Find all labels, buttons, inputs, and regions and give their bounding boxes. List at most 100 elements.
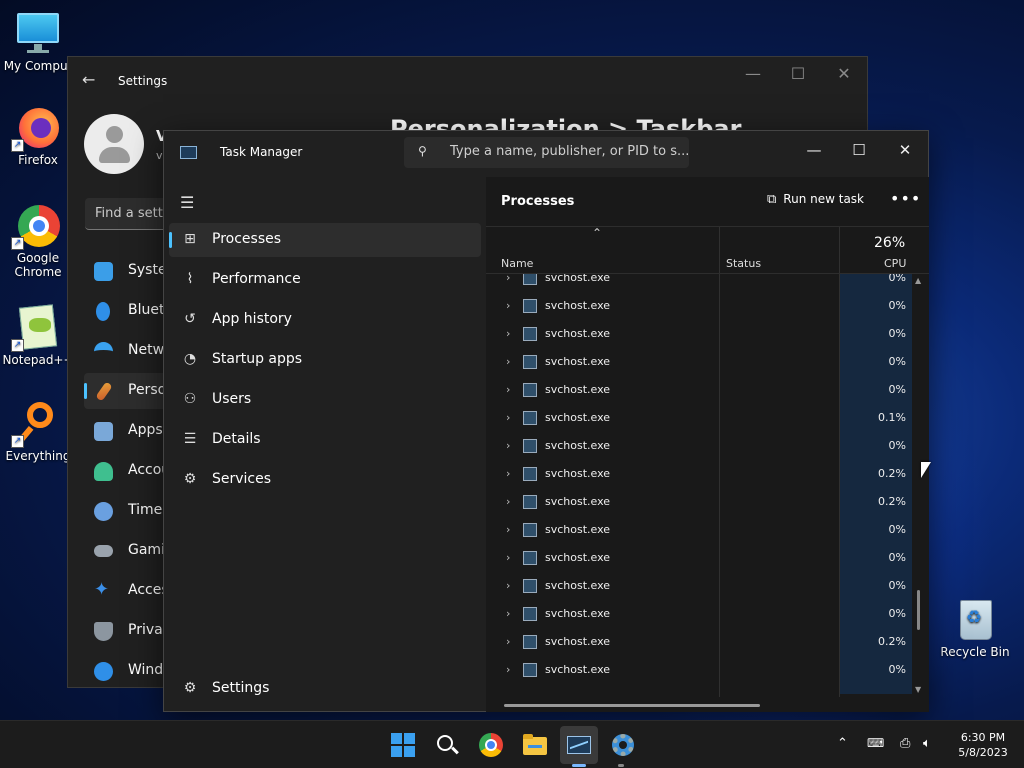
task-manager-icon[interactable] [560, 726, 598, 764]
chevron-right-icon[interactable]: › [506, 635, 510, 648]
maximize-icon[interactable]: ☐ [836, 135, 882, 165]
table-row[interactable]: › svchost.exe 0% [486, 516, 912, 544]
volume-icon[interactable]: 🔈︎ [923, 736, 931, 751]
close-icon[interactable]: ✕ [882, 135, 928, 165]
chevron-right-icon[interactable]: › [506, 663, 510, 676]
sort-ascending-icon[interactable]: ⌃ [592, 226, 602, 240]
table-row[interactable]: › svchost.exe 0.2% [486, 488, 912, 516]
table-row[interactable]: › svchost.exe 0% [486, 572, 912, 600]
tm-nav-details[interactable]: ☰ Details [169, 423, 481, 457]
close-icon[interactable]: ✕ [829, 64, 859, 83]
tm-nav-users[interactable]: ⚇ Users [169, 383, 481, 417]
column-header-name[interactable]: Name [501, 257, 533, 270]
search-icon[interactable] [434, 732, 460, 758]
settings-nav-system[interactable]: System [84, 253, 174, 289]
table-row[interactable]: › svchost.exe 0% [486, 320, 912, 348]
run-new-task-button[interactable]: ⧉ Run new task [767, 192, 864, 207]
process-name: svchost.exe [545, 355, 611, 368]
settings-nav-accounts[interactable]: Accounts [84, 453, 174, 489]
column-header-cpu[interactable]: CPU [884, 257, 906, 270]
table-row[interactable]: › svchost.exe 0.1% [486, 404, 912, 432]
process-icon [523, 551, 537, 565]
tm-nav-processes[interactable]: ⊞ Processes [169, 223, 481, 257]
chevron-right-icon[interactable]: › [506, 551, 510, 564]
minimize-icon[interactable]: — [791, 135, 837, 165]
desktop-icon-chrome[interactable]: ↗ Google Chrome [0, 202, 76, 279]
settings-nav-apps[interactable]: Apps [84, 413, 174, 449]
settings-gear-icon[interactable] [610, 732, 636, 758]
chevron-right-icon[interactable]: › [506, 383, 510, 396]
desktop-icon-everything[interactable]: ↗ Everything [0, 400, 76, 463]
task-manager-search-input[interactable]: ⚲ Type a name, publisher, or PID to s... [404, 137, 689, 168]
chevron-right-icon[interactable]: › [506, 327, 510, 340]
desktop-icon-notepadpp[interactable]: ↗ Notepad++ [0, 304, 76, 367]
gamepad-icon [94, 545, 113, 557]
settings-nav-bluetooth[interactable]: Bluetooth [84, 293, 174, 329]
maximize-icon[interactable]: ☐ [783, 64, 813, 83]
task-manager-titlebar[interactable]: Task Manager ⚲ Type a name, publisher, o… [164, 131, 928, 177]
file-explorer-icon[interactable] [522, 732, 548, 758]
table-row[interactable]: › svchost.exe 0% [486, 656, 912, 684]
table-row[interactable]: › svchost.exe 0.2% [486, 460, 912, 488]
chevron-right-icon[interactable]: › [506, 607, 510, 620]
keyboard-icon[interactable]: ⌨ [867, 736, 884, 750]
process-cpu: 0.2% [878, 635, 906, 648]
scroll-down-arrow-icon[interactable]: ▼ [915, 685, 921, 694]
back-arrow-icon[interactable]: ← [82, 70, 95, 89]
hamburger-menu-icon[interactable]: ☰ [180, 193, 194, 212]
process-name: svchost.exe [545, 551, 611, 564]
task-manager-window[interactable]: Task Manager ⚲ Type a name, publisher, o… [163, 130, 929, 712]
start-windows-icon[interactable] [390, 732, 416, 758]
accounts-icon [94, 462, 113, 481]
table-row[interactable]: › svchost.exe 0% [486, 274, 912, 292]
table-row[interactable]: › svchost.exe 0% [486, 292, 912, 320]
settings-nav-privacy[interactable]: Privacy [84, 613, 174, 649]
chevron-up-icon[interactable]: ⌃ [837, 736, 848, 751]
chrome-icon[interactable] [478, 732, 504, 758]
chevron-right-icon[interactable]: › [506, 467, 510, 480]
chevron-right-icon[interactable]: › [506, 274, 510, 284]
settings-search-input[interactable]: Find a setti [85, 198, 175, 230]
chevron-right-icon[interactable]: › [506, 579, 510, 592]
chevron-right-icon[interactable]: › [506, 495, 510, 508]
chevron-right-icon[interactable]: › [506, 299, 510, 312]
process-icon [523, 523, 537, 537]
settings-nav-time[interactable]: Time [84, 493, 174, 529]
scrollbar-thumb[interactable] [917, 590, 920, 630]
minimize-icon[interactable]: — [738, 64, 768, 83]
tm-nav-services[interactable]: ⚙ Services [169, 463, 481, 497]
chevron-right-icon[interactable]: › [506, 439, 510, 452]
chevron-right-icon[interactable]: › [506, 411, 510, 424]
horizontal-scrollbar-thumb[interactable] [504, 704, 760, 707]
tm-nav-settings[interactable]: ⚙ Settings [169, 672, 481, 706]
chevron-right-icon[interactable]: › [506, 355, 510, 368]
settings-nav-personalization[interactable]: Personalization [84, 373, 174, 409]
tm-nav-performance[interactable]: ⌇ Performance [169, 263, 481, 297]
network-icon[interactable]: ⎙ [900, 736, 910, 751]
table-row[interactable]: › svchost.exe 0% [486, 544, 912, 572]
desktop-icon-recycle-bin[interactable]: ♻ Recycle Bin [937, 596, 1013, 659]
table-row[interactable]: › svchost.exe 0% [486, 600, 912, 628]
vertical-scrollbar[interactable]: ▲ ▼ [914, 274, 924, 694]
settings-nav-windows-update[interactable]: Windo [84, 653, 174, 689]
chevron-right-icon[interactable]: › [506, 523, 510, 536]
clock-time: 6:30 PM [960, 731, 1006, 744]
settings-nav-network[interactable]: Network [84, 333, 174, 369]
settings-nav-accessibility[interactable]: ✦ Accessibility [84, 573, 174, 609]
table-row[interactable]: › svchost.exe 0.2% [486, 628, 912, 656]
tm-nav-startup-apps[interactable]: ◔ Startup apps [169, 343, 481, 377]
scroll-up-arrow-icon[interactable]: ▲ [915, 276, 921, 285]
column-header-status[interactable]: Status [726, 257, 761, 270]
table-row[interactable]: › svchost.exe 0% [486, 348, 912, 376]
process-name: svchost.exe [545, 439, 611, 452]
desktop-icon-label: Google Chrome [14, 251, 62, 279]
desktop-icon-my-computer[interactable]: My Comput [0, 10, 76, 73]
clock[interactable]: 6:30 PM 5/8/2023 [950, 730, 1016, 760]
settings-nav-gaming[interactable]: Gaming [84, 533, 174, 569]
cpu-total-usage: 26% [874, 235, 906, 251]
tm-nav-app-history[interactable]: ↺ App history [169, 303, 481, 337]
desktop-icon-firefox[interactable]: ↗ Firefox [0, 104, 76, 167]
table-row[interactable]: › svchost.exe 0% [486, 432, 912, 460]
table-row[interactable]: › svchost.exe 0% [486, 376, 912, 404]
more-options-icon[interactable]: ••• [890, 189, 921, 208]
